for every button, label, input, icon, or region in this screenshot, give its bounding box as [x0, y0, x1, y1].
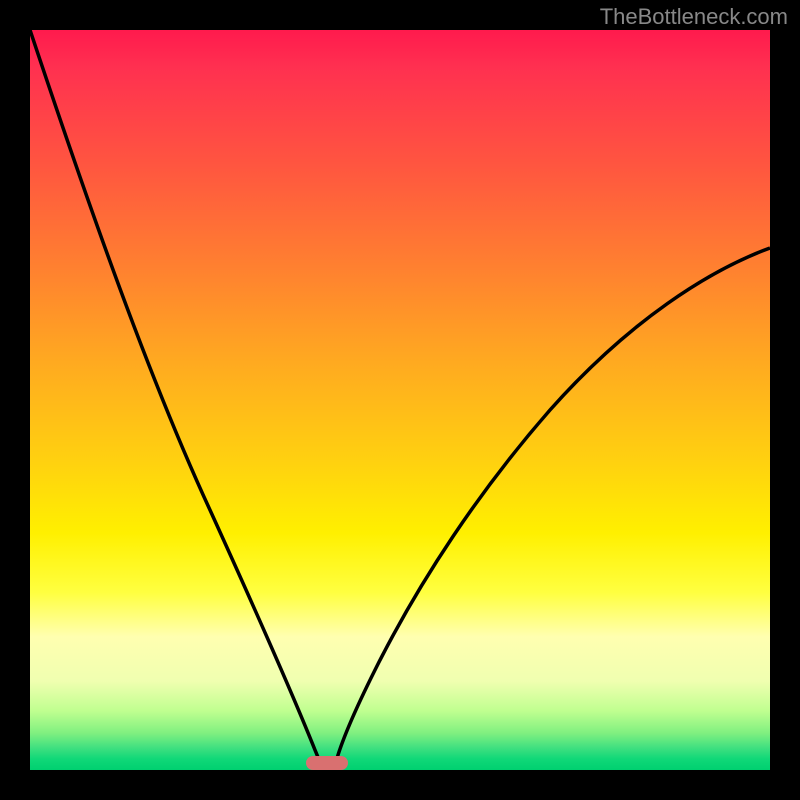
bottom-marker: [306, 756, 348, 770]
left-curve: [30, 30, 323, 770]
right-curve: [334, 248, 770, 770]
plot-area: [30, 30, 770, 770]
curve-layer: [30, 30, 770, 770]
watermark-text: TheBottleneck.com: [600, 4, 788, 30]
